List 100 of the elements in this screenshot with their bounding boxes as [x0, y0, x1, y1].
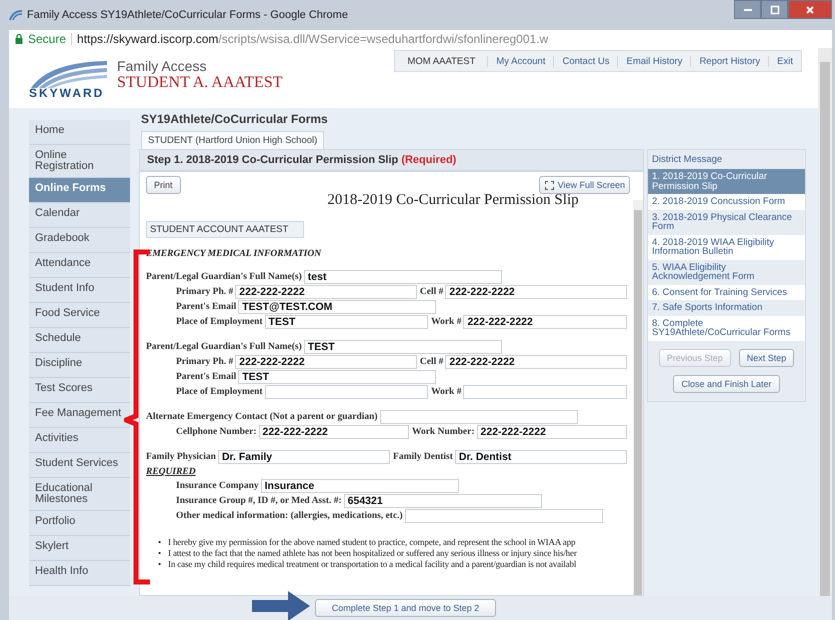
input-field[interactable]: TEST: [304, 340, 502, 354]
input-field[interactable]: [404, 509, 603, 523]
field-label: Parent/Legal Guardian's Full Name(s): [146, 342, 302, 352]
input-field[interactable]: 222-222-2222: [445, 285, 627, 299]
field-label: Insurance Group #, ID #, or Med Asst. #:: [176, 496, 342, 506]
logo-text: SKYWARD: [29, 86, 104, 100]
window-title: Family Access SY19Athlete/CoCurricular Forms - Google Chrome: [27, 9, 348, 21]
student-field: STUDENT ACCOUNT AAATEST: [146, 221, 304, 238]
expand-icon: [544, 180, 555, 190]
print-button[interactable]: Print: [146, 176, 181, 194]
step-item[interactable]: 2. 2018-2019 Concussion Form: [648, 194, 805, 210]
field-label: Cell #: [420, 287, 444, 297]
sidebar-item[interactable]: Test Scores: [29, 378, 130, 403]
step-button[interactable]: Next Step: [738, 348, 794, 366]
maximize-icon: [770, 4, 780, 14]
header-link[interactable]: Report History: [690, 56, 768, 66]
section-heading: REQUIRED: [146, 467, 197, 477]
bullet-mark: •: [158, 559, 162, 570]
field-label: Parent's Email: [176, 302, 236, 312]
sidebar-item[interactable]: Schedule: [29, 328, 130, 353]
bullet-mark: •: [158, 537, 162, 548]
field-label: Place of Employment: [176, 387, 263, 397]
sidebar-item[interactable]: Calendar: [29, 203, 130, 228]
header-link[interactable]: My Account: [487, 56, 554, 66]
field-label: Family Dentist: [393, 452, 453, 462]
field-label: Place of Employment: [176, 317, 263, 327]
input-field[interactable]: 654321: [344, 494, 542, 508]
field-label: Other medical information: (allergies, medications, etc.): [176, 511, 403, 521]
sidebar-item[interactable]: Fee Management: [29, 403, 130, 428]
student-name: STUDENT A. AAATEST: [117, 74, 282, 92]
input-field[interactable]: 222-222-2222: [476, 425, 628, 439]
step-item[interactable]: 8. Complete SY19Athlete/CoCurricular Forms: [648, 316, 805, 340]
sidebar-item[interactable]: Attendance: [29, 253, 130, 278]
input-field[interactable]: 222-222-2222: [463, 315, 627, 329]
field-label: Work #: [431, 317, 462, 327]
input-field[interactable]: 222-222-2222: [258, 425, 409, 439]
lock-icon: [15, 34, 23, 44]
input-field[interactable]: [264, 385, 428, 399]
sidebar-item[interactable]: Portfolio: [29, 511, 130, 536]
full-screen-button[interactable]: View Full Screen: [538, 176, 630, 194]
agreement-text: I hereby give my permission for the above named student to practice, compete, and represent the school in WIAA app: [168, 537, 576, 548]
page-title: SY19Athlete/CoCurricular Forms: [141, 112, 329, 126]
arrow-annotation: [252, 589, 312, 620]
field-label: Insurance Company: [176, 481, 259, 491]
sidebar-item[interactable]: Food Service: [29, 303, 130, 328]
input-field[interactable]: Dr. Family: [218, 450, 390, 464]
step-item[interactable]: 4. 2018-2019 WIAA Eligibility Information Bulletin: [648, 234, 805, 260]
field-label: Primary Ph. #: [176, 287, 234, 297]
sidebar-item[interactable]: Student Services: [29, 453, 130, 478]
input-field[interactable]: test: [304, 270, 502, 284]
panel-heading: District Message: [651, 153, 724, 167]
field-label: Primary Ph. #: [176, 357, 234, 367]
input-field[interactable]: Insurance: [260, 479, 459, 493]
sidebar-item[interactable]: Educational Milestones: [29, 478, 130, 511]
step-header: Step 1. 2018-2019 Co-Curricular Permission Slip (Required): [139, 149, 644, 171]
field-label: Work Number:: [412, 427, 475, 437]
header-link[interactable]: Contact Us: [553, 56, 618, 66]
input-field[interactable]: TEST@TEST.COM: [238, 300, 436, 314]
input-field[interactable]: TEST: [264, 315, 428, 329]
input-field[interactable]: 222-222-2222: [235, 355, 417, 369]
sidebar-item[interactable]: Health Info: [29, 561, 130, 586]
field-label: Family Physician: [146, 452, 216, 462]
agreement-text: I attest to the fact that the named athlete has not been hospitalized or suffered any serious illness or injury since his/her: [168, 548, 577, 559]
input-field[interactable]: TEST: [238, 370, 436, 384]
minimize-button[interactable]: [734, 0, 761, 19]
scrollbar[interactable]: [818, 48, 832, 596]
sidebar-item[interactable]: Online Registration: [29, 145, 130, 178]
address-bar[interactable]: Secure https://skyward.iscorp.com/scripts/wsisa.dll/WService=wseduhartfordwi/sfonlinereg001.w: [9, 30, 832, 48]
sidebar-item[interactable]: Gradebook: [29, 228, 130, 253]
step-item[interactable]: 6. Consent for Training Services: [648, 284, 805, 300]
swoosh-logo-icon: [29, 58, 109, 88]
finish-later-button[interactable]: Close and Finish Later: [673, 374, 780, 392]
input-field[interactable]: [463, 385, 627, 399]
url-text: https://skyward.iscorp.com/scripts/wsisa.dll/WService=wseduhartfordwi/sfonlinereg001.w: [77, 32, 548, 46]
complete-step-button[interactable]: Complete Step 1 and move to Step 2: [314, 599, 496, 617]
form-title: 2018-2019 Co-Curricular Permission Slip: [326, 192, 580, 209]
field-label: Cellphone Number:: [176, 427, 256, 437]
bullet-mark: •: [158, 548, 162, 559]
input-field[interactable]: 222-222-2222: [235, 285, 417, 299]
sidebar-item[interactable]: Student Info: [29, 278, 130, 303]
maximize-button[interactable]: [761, 0, 788, 19]
input-field[interactable]: [380, 410, 578, 424]
skyward-logo-icon: [9, 9, 23, 21]
sidebar-item[interactable]: Discipline: [29, 353, 130, 378]
input-field[interactable]: 222-222-2222: [445, 355, 627, 369]
close-button[interactable]: [788, 0, 832, 19]
header-link[interactable]: Exit: [768, 56, 801, 66]
sidebar-item[interactable]: Activities: [29, 428, 130, 453]
app-name: Family Access: [117, 58, 208, 74]
field-label: Parent's Email: [176, 372, 236, 382]
scrollbar[interactable]: [633, 200, 643, 595]
agreement-text: In case my child requires medical treatment or transportation to a medical facility and a parent/guardian is not availabl: [168, 559, 576, 570]
sidebar-item[interactable]: Home: [29, 120, 130, 145]
close-icon: [805, 4, 815, 14]
tab[interactable]: STUDENT (Hartford Union High School): [141, 131, 324, 149]
input-field[interactable]: Dr. Dentist: [454, 450, 627, 464]
user-name: MOM AAATEST: [406, 56, 476, 66]
field-label: Work #: [431, 387, 462, 397]
header-link[interactable]: Email History: [617, 56, 690, 66]
sidebar-item[interactable]: Skylert: [29, 536, 130, 561]
